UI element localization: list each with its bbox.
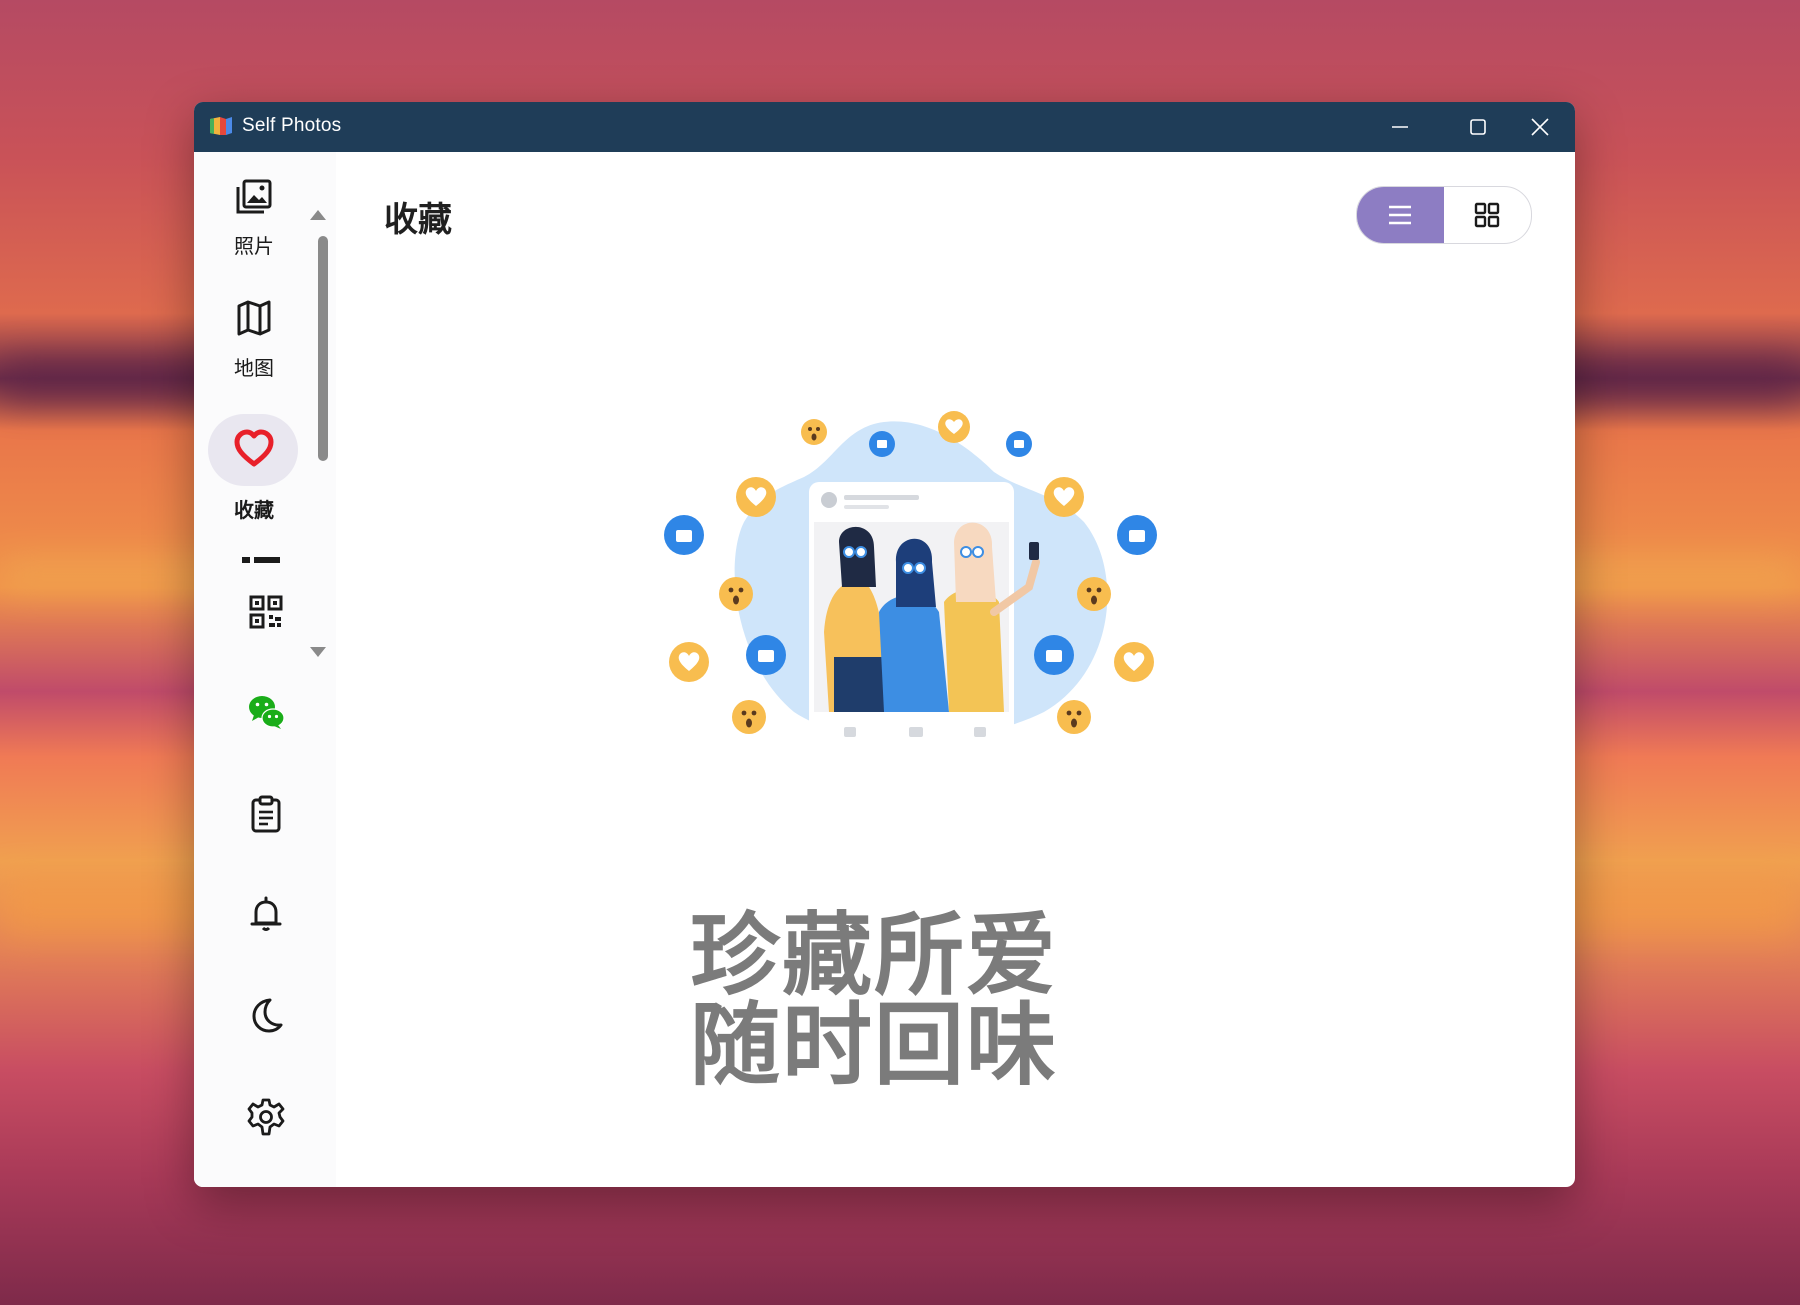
view-toggle (1356, 186, 1532, 244)
minimize-icon (1392, 126, 1408, 128)
scrollbar-thumb[interactable] (318, 236, 328, 461)
bell-icon[interactable] (246, 894, 286, 934)
sidebar-item-map[interactable]: 地图 (208, 294, 300, 394)
list-view-button[interactable] (1357, 187, 1444, 243)
empty-state-subheading: 随时回味 (690, 993, 1058, 1098)
minimize-button[interactable] (1365, 102, 1435, 152)
scroll-up-arrow-icon[interactable] (310, 210, 326, 220)
grid-view-icon (1474, 202, 1500, 228)
moon-icon[interactable] (246, 995, 286, 1035)
heart-icon (234, 429, 274, 467)
title-bar[interactable]: Self Photos (194, 102, 1575, 152)
app-window: Self Photos 照片 地图 收藏 收藏 珍藏所爱 随时回味 (194, 102, 1575, 1187)
wechat-icon[interactable] (246, 692, 286, 732)
clipboard-icon[interactable] (246, 794, 286, 834)
maximize-button[interactable] (1443, 102, 1513, 152)
map-icon (237, 300, 271, 336)
sidebar-item-favorites[interactable]: 收藏 (208, 414, 300, 522)
qr-code-icon[interactable] (246, 592, 286, 632)
close-icon (1531, 118, 1549, 136)
sidebar-item-photos[interactable]: 照片 (208, 172, 300, 272)
list-view-icon (1389, 205, 1411, 225)
settings-icon[interactable] (246, 1097, 286, 1137)
photo-library-icon (236, 179, 272, 214)
sidebar-item-label: 照片 (234, 234, 274, 258)
close-button[interactable] (1505, 102, 1575, 152)
sidebar-item-label: 收藏 (234, 498, 274, 522)
scroll-down-arrow-icon[interactable] (310, 647, 326, 657)
favorites-empty-illustration (664, 411, 1157, 752)
sidebar: 照片 地图 收藏 (194, 152, 336, 1187)
maximize-icon (1470, 119, 1486, 135)
sidebar-item-label: 地图 (234, 356, 274, 380)
grid-view-button[interactable] (1444, 187, 1531, 243)
window-title: Self Photos (242, 115, 342, 136)
sidebar-divider (242, 557, 280, 563)
app-logo-icon (210, 117, 232, 135)
page-title: 收藏 (384, 200, 452, 240)
